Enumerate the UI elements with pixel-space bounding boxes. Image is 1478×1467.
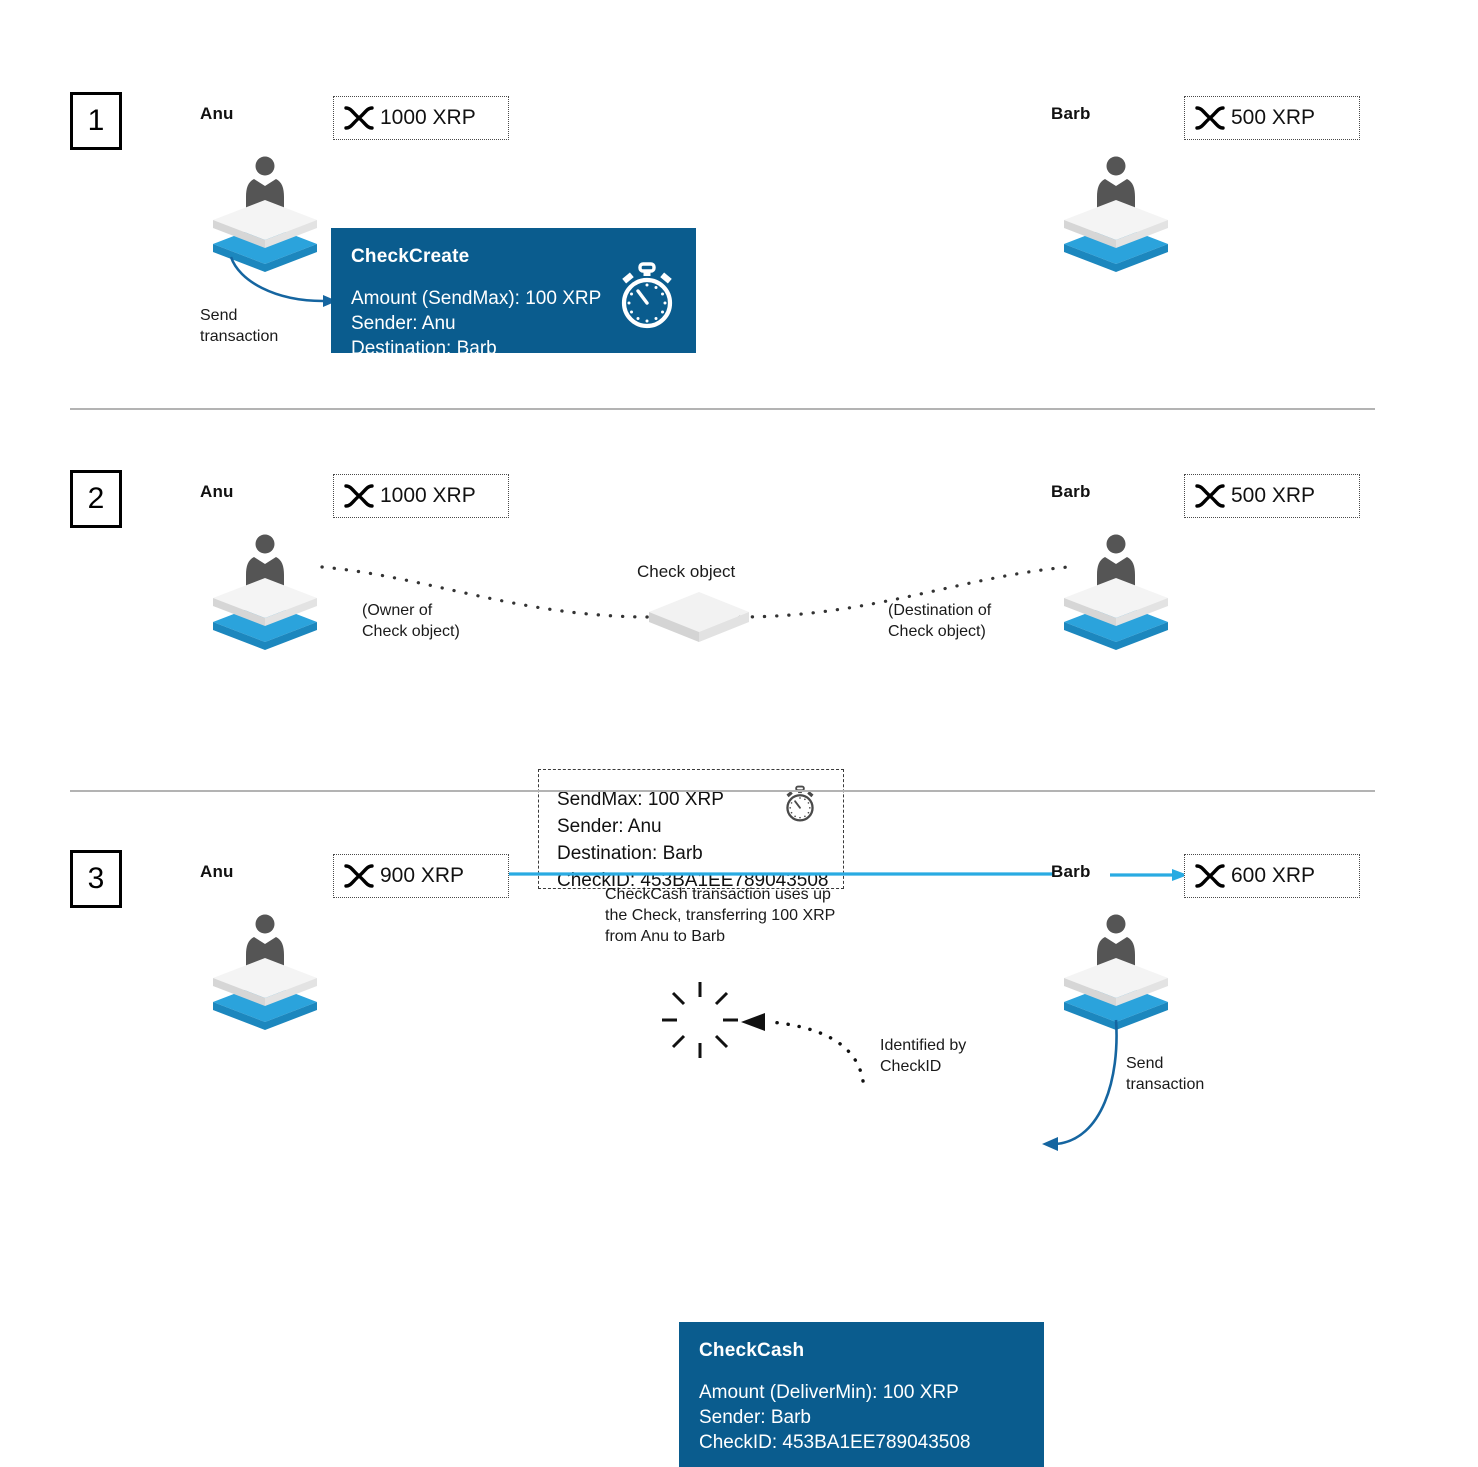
step-number-3: 3 — [87, 862, 105, 895]
balance-badge-barb-step3: 600 XRP — [1184, 854, 1360, 898]
transaction-card-checkcreate: CheckCreate Amount (SendMax): 100 XRP Se… — [331, 228, 696, 359]
check-detail-line: Destination: Barb — [557, 843, 703, 864]
transaction-line: Destination: Barb — [351, 338, 497, 359]
actor-name-barb-step3: Barb — [1051, 862, 1091, 881]
balance-amount-anu-step2: 1000 XRP — [380, 484, 476, 507]
ledger-stack-barb-step1 — [1060, 152, 1172, 274]
balance-amount-anu-step1: 1000 XRP — [380, 106, 476, 129]
ledger-stack-barb-step3 — [1060, 910, 1172, 1032]
xrp-flow-line-anu-to-barb — [509, 872, 1053, 876]
stopwatch-icon — [621, 262, 673, 329]
actor-name-anu-step2: Anu — [200, 482, 234, 501]
xrp-logo-icon — [1195, 106, 1225, 130]
transaction-line: Sender: Barb — [699, 1407, 811, 1428]
transaction-line: CheckID: 453BA1EE789043508 — [699, 1432, 971, 1453]
transaction-title-checkcash: CheckCash — [699, 1340, 805, 1361]
balance-badge-anu-step1: 1000 XRP — [333, 96, 509, 140]
xrp-logo-icon — [1195, 484, 1225, 508]
xrp-logo-icon — [1195, 864, 1225, 888]
step-number-2: 2 — [87, 482, 105, 515]
send-transaction-label-step3: Send transaction — [1126, 1055, 1205, 1093]
identified-by-checkid-note: Identified by CheckID — [880, 1037, 967, 1075]
check-object-slab-icon — [649, 592, 749, 642]
step-number-box-1: 1 — [70, 92, 122, 150]
xrp-logo-icon — [344, 864, 374, 888]
step-number-box-3: 3 — [70, 850, 122, 908]
balance-badge-barb-step2: 500 XRP — [1184, 474, 1360, 518]
burst-destroy-icon — [662, 982, 738, 1058]
step-number-box-2: 2 — [70, 470, 122, 528]
actor-name-anu-step3: Anu — [200, 862, 234, 881]
ledger-stack-anu-step3 — [209, 910, 321, 1032]
step-number-1: 1 — [87, 104, 105, 137]
checkcash-flow-note: CheckCash transaction uses up the Check,… — [605, 886, 836, 945]
check-object-destination-note: (Destination of Check object) — [888, 602, 992, 640]
balance-badge-anu-step2: 1000 XRP — [333, 474, 509, 518]
ledger-stack-anu-step2 — [209, 530, 321, 652]
balance-amount-anu-step3: 900 XRP — [380, 864, 465, 887]
transaction-card-checkcash: CheckCash Amount (DeliverMin): 100 XRP S… — [679, 1322, 1044, 1467]
checkid-reference-arrow — [741, 1013, 865, 1083]
xrp-logo-icon — [344, 106, 374, 130]
actor-name-barb-step1: Barb — [1051, 104, 1091, 123]
balance-amount-barb-step3: 600 XRP — [1231, 864, 1316, 887]
actor-name-barb-step2: Barb — [1051, 482, 1091, 501]
section-divider-1 — [70, 408, 1375, 410]
balance-amount-barb-step2: 500 XRP — [1231, 484, 1316, 507]
balance-badge-anu-step3: 900 XRP — [333, 854, 509, 898]
xrp-flow-arrow-to-barb-balance — [1110, 869, 1188, 881]
check-object-label: Check object — [637, 562, 736, 581]
send-transaction-arrow-step1 — [229, 256, 337, 307]
send-transaction-label-step1: Send transaction — [200, 307, 279, 345]
section-divider-2 — [70, 790, 1375, 792]
ledger-stack-barb-step2 — [1060, 530, 1172, 652]
check-object-owner-note: (Owner of Check object) — [362, 602, 460, 640]
balance-badge-barb-step1: 500 XRP — [1184, 96, 1360, 140]
balance-amount-barb-step1: 500 XRP — [1231, 106, 1316, 129]
xrp-logo-icon — [344, 484, 374, 508]
transaction-line: Amount (DeliverMin): 100 XRP — [699, 1382, 959, 1403]
actor-name-anu-step1: Anu — [200, 104, 234, 123]
